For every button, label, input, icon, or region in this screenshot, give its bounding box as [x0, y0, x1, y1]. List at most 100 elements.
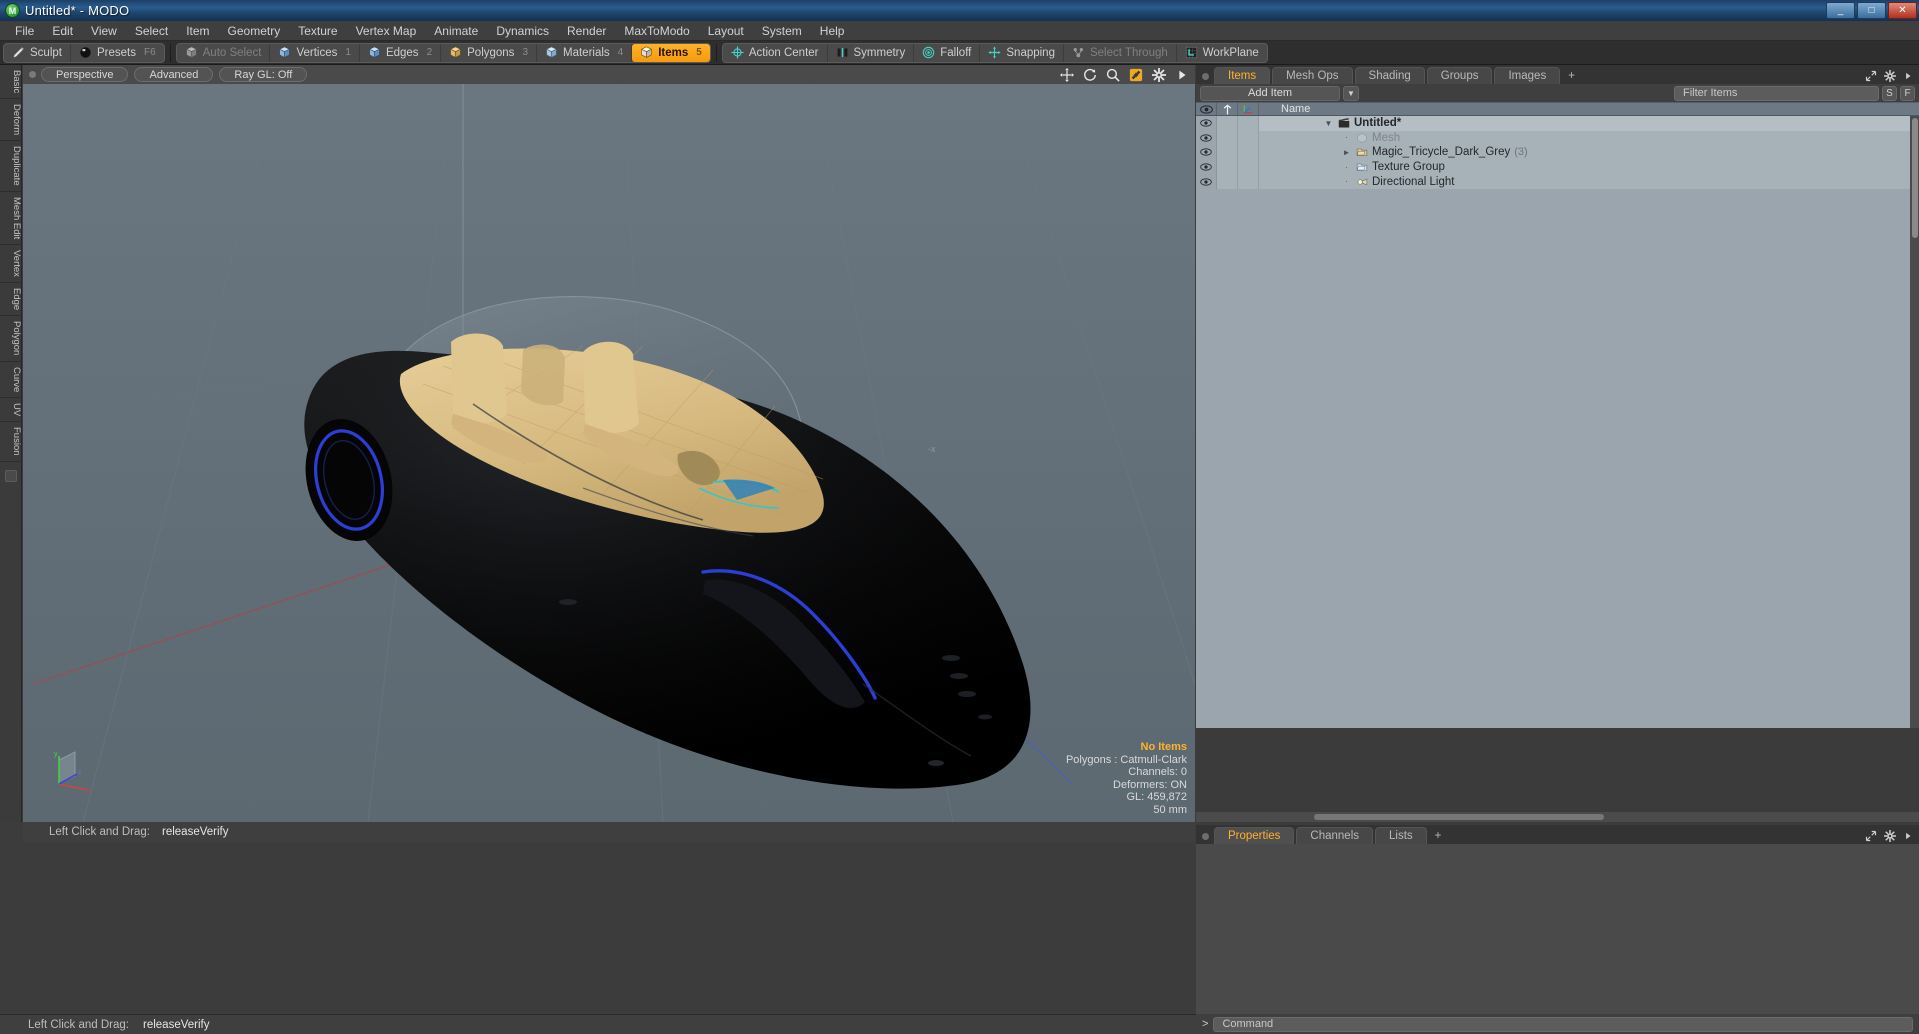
properties-tab-lists[interactable]: Lists [1375, 827, 1427, 844]
toolbar-button-edges[interactable]: Edges 2 [360, 43, 442, 62]
menu-item-maxtomodo[interactable]: MaxToModo [615, 22, 698, 40]
row-lock-cell[interactable] [1217, 174, 1238, 189]
toolbar-button-items[interactable]: Items 5 [632, 43, 710, 62]
properties-tab-properties[interactable]: Properties [1214, 827, 1295, 844]
expand-icon[interactable] [1865, 830, 1877, 842]
tree-row[interactable]: ▼ Untitled* [1196, 116, 1919, 131]
row-name-cell[interactable]: · Directional Light [1259, 174, 1919, 189]
toolbar-button-presets[interactable]: Presets F6 [71, 44, 164, 62]
gear-icon[interactable] [1152, 67, 1166, 82]
row-visibility-eye-icon[interactable] [1196, 159, 1217, 175]
axis-gizmo[interactable]: y x z [53, 748, 99, 794]
viewport-raygl-toggle[interactable]: Ray GL: Off [219, 67, 308, 82]
row-axis-cell[interactable] [1238, 116, 1259, 131]
maximize-button[interactable]: □ [1857, 2, 1886, 19]
minimize-button[interactable]: _ [1826, 2, 1855, 19]
menu-item-texture[interactable]: Texture [289, 22, 346, 40]
menu-item-view[interactable]: View [82, 22, 126, 40]
row-visibility-eye-icon[interactable] [1196, 174, 1217, 189]
row-axis-cell[interactable] [1238, 130, 1259, 146]
filter-f-button[interactable]: F [1900, 85, 1915, 101]
toolbar-button-sculpt[interactable]: Sculpt [4, 43, 71, 62]
row-axis-cell[interactable] [1238, 145, 1259, 160]
menu-item-dynamics[interactable]: Dynamics [487, 22, 558, 40]
fit-view-icon[interactable] [1129, 68, 1143, 82]
tree-row[interactable]: · Mesh [1196, 130, 1919, 146]
dock-tab-items[interactable]: Items [1214, 67, 1271, 84]
row-visibility-eye-icon[interactable] [1196, 130, 1217, 146]
filter-items-input[interactable]: Filter Items [1674, 85, 1879, 101]
menu-item-help[interactable]: Help [811, 22, 854, 40]
row-twisty-icon[interactable]: ▼ [1323, 119, 1334, 128]
viewport-3d[interactable]: Perspective Advanced Ray GL: Off -x y x … [23, 65, 1195, 822]
move-icon[interactable] [1060, 67, 1074, 82]
toolbar-button-vertices[interactable]: Vertices 1 [270, 43, 360, 62]
rail-tab-curve[interactable]: Curve [0, 362, 22, 399]
toolbar-button-symmetry[interactable]: Symmetry [828, 43, 915, 62]
dock-tab-shading[interactable]: Shading [1354, 67, 1425, 84]
dock-menu-dot-icon[interactable] [1202, 73, 1209, 80]
rail-tab-basic[interactable]: Basic [0, 65, 22, 100]
toolbar-button-auto-select[interactable]: Auto Select [177, 43, 271, 62]
viewport-shading-mode[interactable]: Advanced [134, 67, 214, 82]
menu-item-geometry[interactable]: Geometry [219, 22, 290, 40]
gear-icon[interactable] [1884, 830, 1896, 842]
zoom-icon[interactable] [1106, 68, 1120, 82]
toolbar-button-falloff[interactable]: Falloff [914, 43, 981, 62]
dock-tab-add[interactable]: + [1562, 67, 1581, 84]
viewport-view-mode[interactable]: Perspective [41, 67, 129, 82]
add-item-button[interactable]: Add Item [1200, 85, 1340, 101]
row-name-cell[interactable]: · Texture Group [1259, 159, 1919, 175]
close-button[interactable]: ✕ [1888, 2, 1917, 19]
row-twisty-icon[interactable]: · [1341, 177, 1352, 186]
toolbar-button-select-through[interactable]: Select Through [1064, 43, 1177, 62]
rail-tab-mesh-edit[interactable]: Mesh Edit [0, 192, 22, 246]
menu-item-edit[interactable]: Edit [43, 22, 82, 40]
viewport-canvas[interactable]: -x y x z No Items Polygons : Catmull-Cla… [23, 83, 1195, 822]
add-item-dropdown-icon[interactable]: ▼ [1343, 85, 1359, 101]
toolbar-button-workplane[interactable]: WorkPlane [1177, 44, 1267, 62]
rail-tab-edge[interactable]: Edge [0, 283, 22, 317]
chevron-right-icon[interactable] [1903, 71, 1913, 81]
filter-s-button[interactable]: S [1882, 85, 1897, 101]
menu-item-layout[interactable]: Layout [699, 22, 753, 40]
items-tree[interactable]: ▼ Untitled* · Mesh ► Magic_Tricycle_Dark_Grey… [1196, 116, 1919, 728]
chevron-right-icon[interactable] [1903, 831, 1913, 841]
properties-panel-body[interactable] [1196, 844, 1919, 1014]
items-tree-vscrollbar[interactable] [1910, 116, 1919, 728]
menu-item-vertex-map[interactable]: Vertex Map [347, 22, 426, 40]
rail-tab-vertex[interactable]: Vertex [0, 245, 22, 284]
row-lock-cell[interactable] [1217, 116, 1238, 131]
rail-tab-duplicate[interactable]: Duplicate [0, 141, 22, 192]
viewport-menu-dot-icon[interactable] [29, 71, 36, 78]
toolbar-button-snapping[interactable]: Snapping [980, 43, 1064, 62]
row-twisty-icon[interactable]: · [1341, 163, 1352, 172]
rail-toggle-button[interactable] [4, 469, 17, 482]
properties-menu-dot-icon[interactable] [1202, 833, 1209, 840]
tree-row[interactable]: · Directional Light [1196, 174, 1919, 189]
properties-tab-add[interactable]: + [1429, 827, 1448, 844]
toolbar-button-polygons[interactable]: Polygons 3 [441, 43, 537, 62]
dock-tab-images[interactable]: Images [1494, 67, 1561, 84]
toolbar-button-materials[interactable]: Materials 4 [537, 43, 633, 62]
rail-tab-uv[interactable]: UV [0, 398, 22, 423]
rail-tab-polygon[interactable]: Polygon [0, 316, 22, 362]
properties-tab-channels[interactable]: Channels [1296, 827, 1374, 844]
menu-item-item[interactable]: Item [177, 22, 218, 40]
row-name-cell[interactable]: ▼ Untitled* [1259, 116, 1919, 131]
dock-tab-groups[interactable]: Groups [1426, 67, 1493, 84]
expand-icon[interactable] [1865, 70, 1877, 82]
row-twisty-icon[interactable]: · [1341, 133, 1352, 142]
rail-tab-deform[interactable]: Deform [0, 99, 22, 142]
items-tree-hscrollbar[interactable] [1196, 812, 1919, 822]
row-name-cell[interactable]: · Mesh [1259, 130, 1919, 146]
row-axis-cell[interactable] [1238, 174, 1259, 189]
row-axis-cell[interactable] [1238, 159, 1259, 175]
chevron-right-icon[interactable] [1175, 68, 1189, 82]
dock-tab-mesh-ops[interactable]: Mesh Ops [1272, 67, 1353, 84]
command-input[interactable]: Command [1213, 1016, 1913, 1032]
tree-row[interactable]: · Texture Group [1196, 159, 1919, 175]
row-visibility-eye-icon[interactable] [1196, 145, 1217, 160]
row-visibility-eye-icon[interactable] [1196, 116, 1217, 131]
row-name-cell[interactable]: ► Magic_Tricycle_Dark_Grey (3) [1259, 145, 1919, 160]
